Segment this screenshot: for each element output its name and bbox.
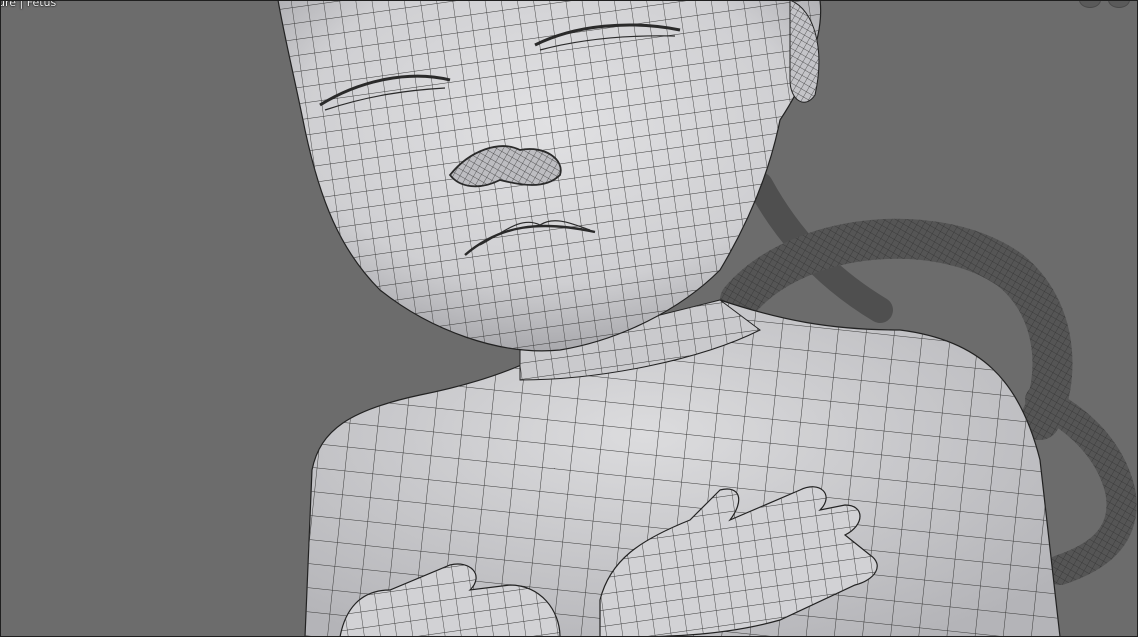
3d-viewport[interactable]: ure | Fetus bbox=[0, 0, 1138, 637]
viewport-object-label: ure | Fetus bbox=[0, 0, 57, 9]
fetus-wireframe-model bbox=[277, 0, 1137, 637]
